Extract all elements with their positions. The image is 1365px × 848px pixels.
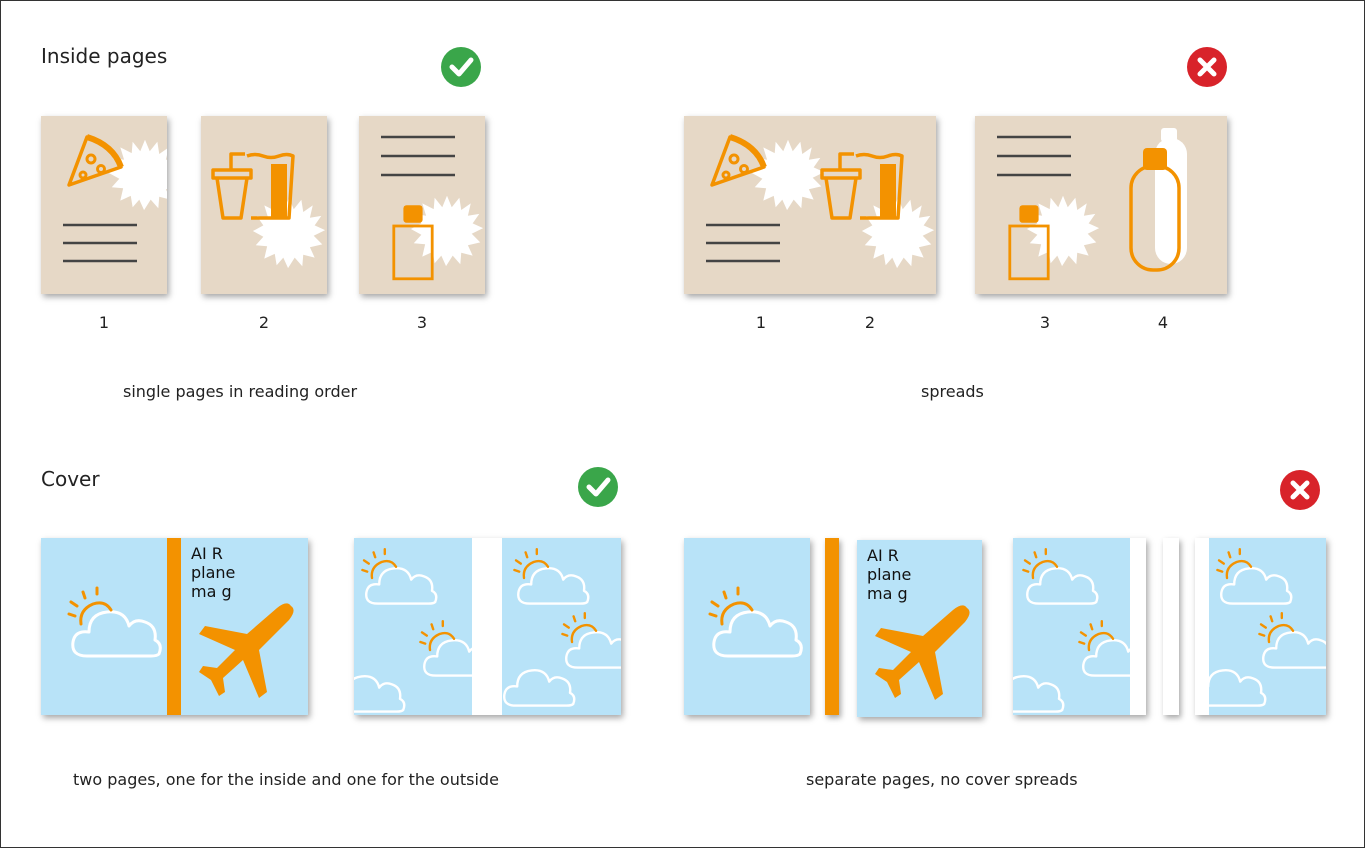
separate-inside-front [1013, 538, 1146, 715]
cover-heading: Cover [41, 467, 100, 491]
page-number: 4 [1157, 313, 1169, 332]
cross-icon [1187, 47, 1227, 87]
page-number: 3 [1039, 313, 1051, 332]
check-icon [578, 467, 618, 507]
page-number: 2 [864, 313, 876, 332]
separate-white-spine [1163, 538, 1179, 715]
cover-bad-caption: separate pages, no cover spreads [806, 770, 1078, 789]
inside-bad-caption: spreads [921, 382, 984, 401]
cover-title-line: AI R [191, 544, 223, 563]
cover-outside-spread: AI R plane ma g [41, 538, 308, 715]
cover-title-line: ma g [867, 584, 908, 603]
page-number: 3 [416, 313, 428, 332]
separate-spine [825, 538, 839, 715]
inside-good-caption: single pages in reading order [123, 382, 358, 401]
single-page-3 [359, 116, 485, 294]
single-page-2 [201, 116, 327, 294]
cover-title-line: ma g [191, 582, 232, 601]
page-number: 2 [258, 313, 270, 332]
spread-pages-1-2 [684, 116, 936, 294]
separate-back-cover [684, 538, 810, 715]
separate-front-cover: AI R plane ma g [857, 540, 982, 717]
cover-title-line: plane [867, 565, 912, 584]
page-number: 1 [755, 313, 767, 332]
cover-inside-spread [354, 538, 621, 715]
cross-icon [1280, 470, 1320, 510]
single-page-1 [41, 116, 167, 294]
cover-title-line: AI R [867, 546, 899, 565]
separate-inside-back [1195, 538, 1326, 715]
cover-good-caption: two pages, one for the inside and one fo… [73, 770, 499, 789]
inside-pages-heading: Inside pages [41, 44, 168, 68]
spread-pages-3-4 [975, 116, 1227, 294]
cover-title-line: plane [191, 563, 236, 582]
page-number: 1 [98, 313, 110, 332]
check-icon [441, 47, 481, 87]
